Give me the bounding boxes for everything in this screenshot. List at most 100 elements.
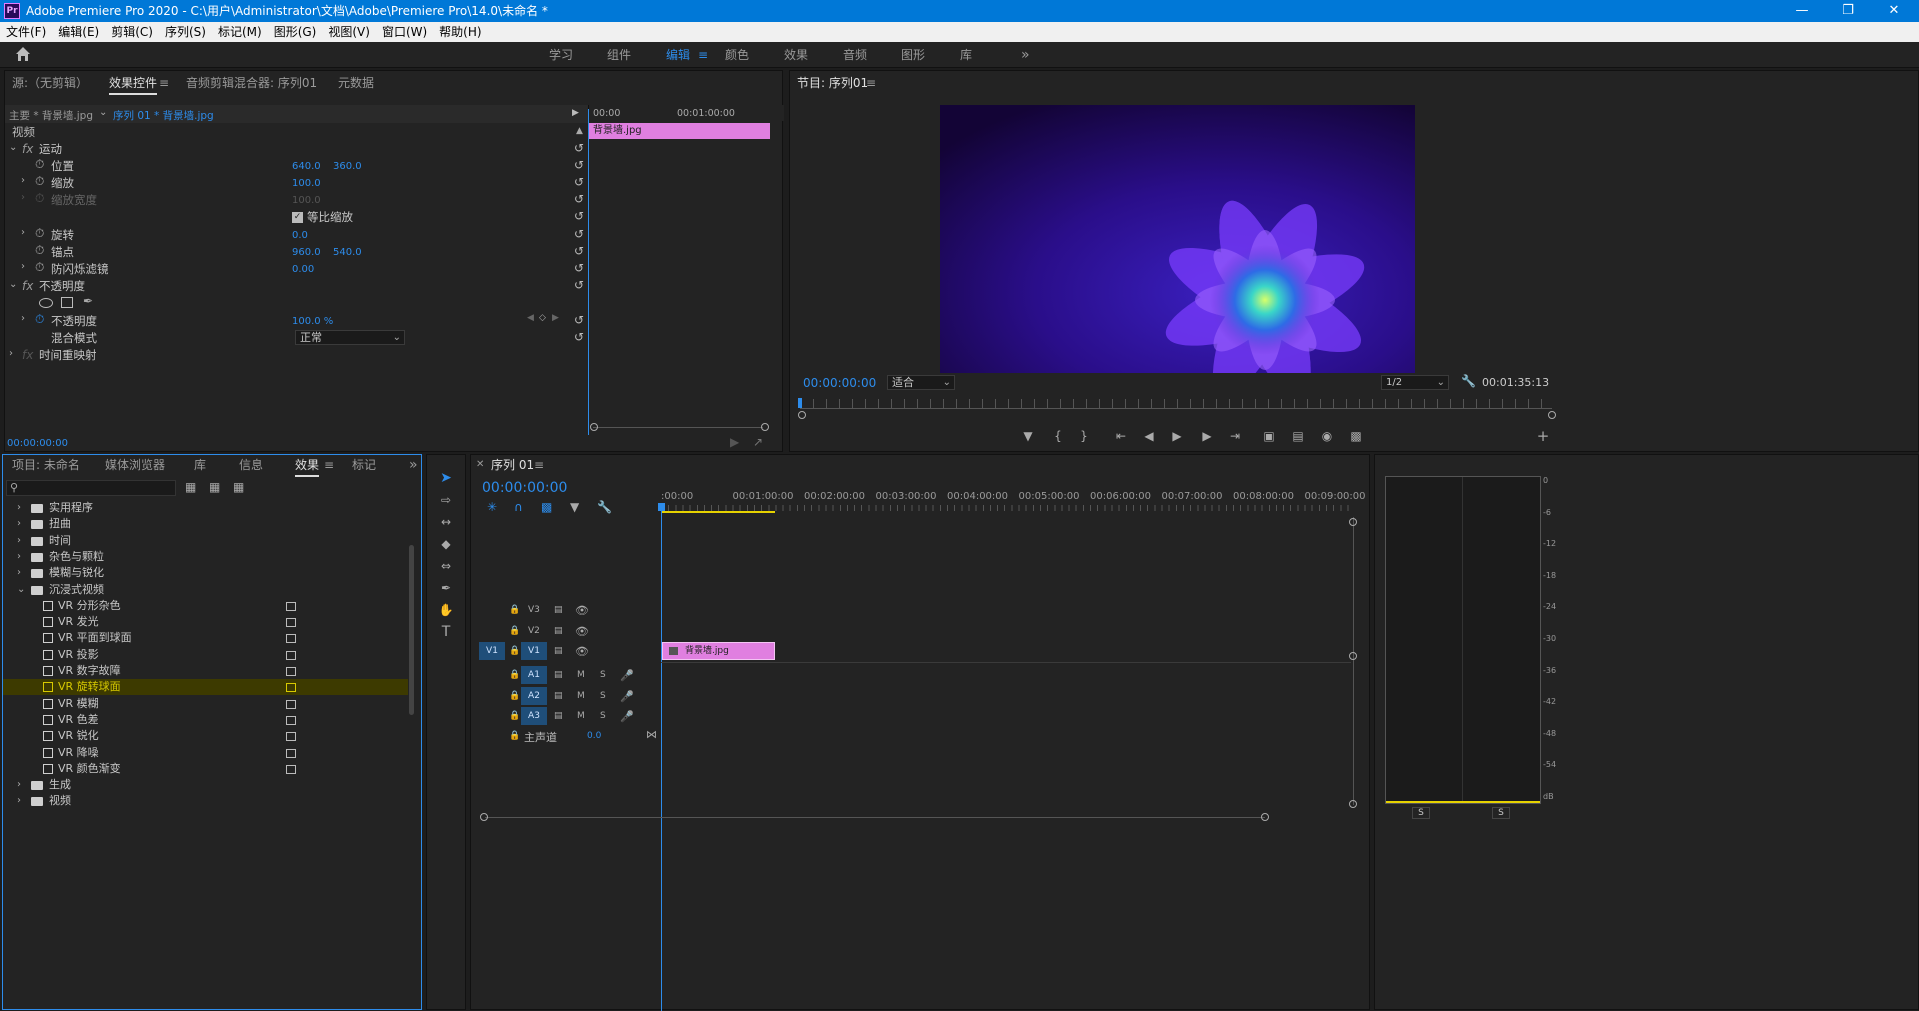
chevron-down-icon[interactable]: ⌄ <box>17 582 25 598</box>
lock-icon[interactable]: 🔒 <box>509 605 520 615</box>
minimize-icon[interactable]: — <box>1779 0 1825 22</box>
sync-lock-icon[interactable]: ▤ <box>554 646 563 656</box>
chevron-down-icon[interactable]: ⌄ <box>9 142 17 153</box>
prev-keyframe-icon[interactable]: ◀ <box>527 313 534 323</box>
sync-lock-icon[interactable]: ▤ <box>554 711 563 721</box>
more-workspaces-icon[interactable]: » <box>1021 46 1030 64</box>
reset-icon[interactable]: ↺ <box>574 261 584 275</box>
effects-folder[interactable]: › 模糊与锐化 <box>3 565 408 581</box>
menu-edit[interactable]: 编辑(E) <box>52 22 105 42</box>
tab-media-browser[interactable]: 媒体浏览器 <box>105 455 165 475</box>
panel-menu-icon[interactable]: ≡ <box>866 73 876 93</box>
microphone-icon[interactable]: 🎤 <box>620 710 634 723</box>
nest-icon[interactable]: ✳ <box>487 500 497 514</box>
go-to-in-icon[interactable]: ⇤ <box>1113 428 1129 444</box>
effect-item[interactable]: VR 投影 <box>3 647 408 663</box>
blend-mode-select[interactable]: 正常 ⌄ <box>295 330 405 345</box>
reset-icon[interactable]: ↺ <box>574 209 584 223</box>
hscroll-handle-right[interactable] <box>1261 813 1269 821</box>
linked-selection-icon[interactable]: ▩ <box>541 500 552 514</box>
tab-source[interactable]: 源:（无剪辑） <box>12 73 88 93</box>
stopwatch-icon[interactable]: ⏱ <box>35 157 44 172</box>
program-playhead[interactable] <box>798 398 802 408</box>
add-button-icon[interactable]: + <box>1535 428 1551 444</box>
resolution-select[interactable]: 1/2 ⌄ <box>1381 375 1449 390</box>
yuv-effects-icon[interactable]: ▦ <box>233 480 244 494</box>
tab-audio-clip-mixer[interactable]: 音频剪辑混合器: 序列01 <box>186 73 317 93</box>
reset-icon[interactable]: ↺ <box>574 227 584 241</box>
timeline-playhead[interactable] <box>661 505 662 1011</box>
effects-folder[interactable]: › 视频 <box>3 793 408 809</box>
anchor-y-value[interactable]: 540.0 <box>333 247 362 258</box>
sync-lock-icon[interactable]: ▤ <box>554 626 563 636</box>
chevron-right-icon[interactable]: › <box>21 227 25 238</box>
stopwatch-icon[interactable]: ⏱ <box>35 312 44 327</box>
antiflicker-value[interactable]: 0.00 <box>292 264 314 275</box>
step-back-icon[interactable]: ◀ <box>1141 428 1157 444</box>
eye-icon[interactable]: 👁 <box>575 645 589 658</box>
mute-a3-button[interactable]: M <box>577 711 585 721</box>
solo-a1-button[interactable]: S <box>600 670 606 680</box>
chevron-down-icon[interactable]: ⌄ <box>99 107 107 118</box>
chevron-right-icon[interactable]: › <box>21 261 25 272</box>
track-v1-label[interactable]: V1 <box>521 642 547 660</box>
chevron-right-icon[interactable]: › <box>9 348 13 359</box>
timeline-timecode[interactable]: 00:00:00:00 <box>482 480 567 496</box>
reset-icon[interactable]: ↺ <box>574 192 584 206</box>
hscroll-handle-left[interactable] <box>480 813 488 821</box>
solo-right-button[interactable]: S <box>1492 807 1510 819</box>
track-a3-label[interactable]: A3 <box>521 707 547 725</box>
rectangle-mask-icon[interactable] <box>61 297 73 308</box>
tab-markers[interactable]: 标记 <box>352 455 376 475</box>
close-tab-icon[interactable]: ✕ <box>476 455 484 475</box>
program-timecode[interactable]: 00:00:00:00 <box>803 376 876 390</box>
timeline-vscroll[interactable] <box>1353 517 1354 805</box>
vscroll-handle[interactable] <box>1349 518 1357 526</box>
menu-marker[interactable]: 标记(M) <box>212 22 268 42</box>
menu-file[interactable]: 文件(F) <box>0 22 52 42</box>
effect-item[interactable]: VR 分形杂色 <box>3 598 408 614</box>
chevron-right-icon[interactable]: › <box>17 793 21 809</box>
workspace-effects[interactable]: 效果 <box>784 46 808 64</box>
anchor-x-value[interactable]: 960.0 <box>292 247 321 258</box>
track-v3-label[interactable]: V3 <box>528 605 540 615</box>
effects-folder[interactable]: › 杂色与颗粒 <box>3 549 408 565</box>
32bit-effects-icon[interactable]: ▦ <box>209 480 220 494</box>
solo-a3-button[interactable]: S <box>600 711 606 721</box>
scale-value[interactable]: 100.0 <box>292 178 321 189</box>
scroll-up-icon[interactable]: ▲ <box>576 126 583 136</box>
lock-icon[interactable]: 🔒 <box>509 731 520 741</box>
effects-folder[interactable]: ⌄ 沉浸式视频 <box>3 582 408 598</box>
effect-controls-timecode[interactable]: 00:00:00:00 <box>7 438 68 449</box>
effects-scrollbar[interactable] <box>409 545 414 715</box>
filter-icon[interactable]: ▶ <box>730 435 739 449</box>
chevron-down-icon[interactable]: ⌄ <box>9 279 17 290</box>
menu-window[interactable]: 窗口(W) <box>376 22 433 42</box>
mini-playhead[interactable] <box>588 109 589 435</box>
reset-icon[interactable]: ↺ <box>574 158 584 172</box>
stopwatch-icon[interactable]: ⏱ <box>35 243 44 258</box>
add-marker-icon[interactable]: ▼ <box>570 500 579 514</box>
effect-item[interactable]: VR 平面到球面 <box>3 630 408 646</box>
panel-menu-icon[interactable]: ≡ <box>159 73 169 93</box>
reset-icon[interactable]: ↺ <box>574 175 584 189</box>
workspace-learn[interactable]: 学习 <box>549 46 573 64</box>
vscroll-handle[interactable] <box>1349 800 1357 808</box>
effect-item[interactable]: VR 模糊 <box>3 696 408 712</box>
chevron-right-icon[interactable]: › <box>17 500 21 516</box>
effects-folder[interactable]: › 扭曲 <box>3 516 408 532</box>
lock-icon[interactable]: 🔒 <box>509 646 520 656</box>
microphone-icon[interactable]: 🎤 <box>620 669 634 682</box>
sync-lock-icon[interactable]: ▤ <box>554 670 563 680</box>
opacity-value[interactable]: 100.0 % <box>292 316 333 327</box>
reset-icon[interactable]: ↺ <box>574 313 584 327</box>
master-clip-label[interactable]: 主要 * 背景墙.jpg <box>9 108 93 123</box>
work-area-bar[interactable] <box>661 511 775 513</box>
close-icon[interactable]: ✕ <box>1871 0 1917 22</box>
restore-icon[interactable]: ❐ <box>1825 0 1871 22</box>
tab-info[interactable]: 信息 <box>239 455 263 475</box>
stopwatch-icon[interactable]: ⏱ <box>35 226 44 241</box>
mark-out-icon[interactable]: } <box>1076 428 1092 444</box>
reset-icon[interactable]: ↺ <box>574 141 584 155</box>
menu-sequence[interactable]: 序列(S) <box>159 22 212 42</box>
